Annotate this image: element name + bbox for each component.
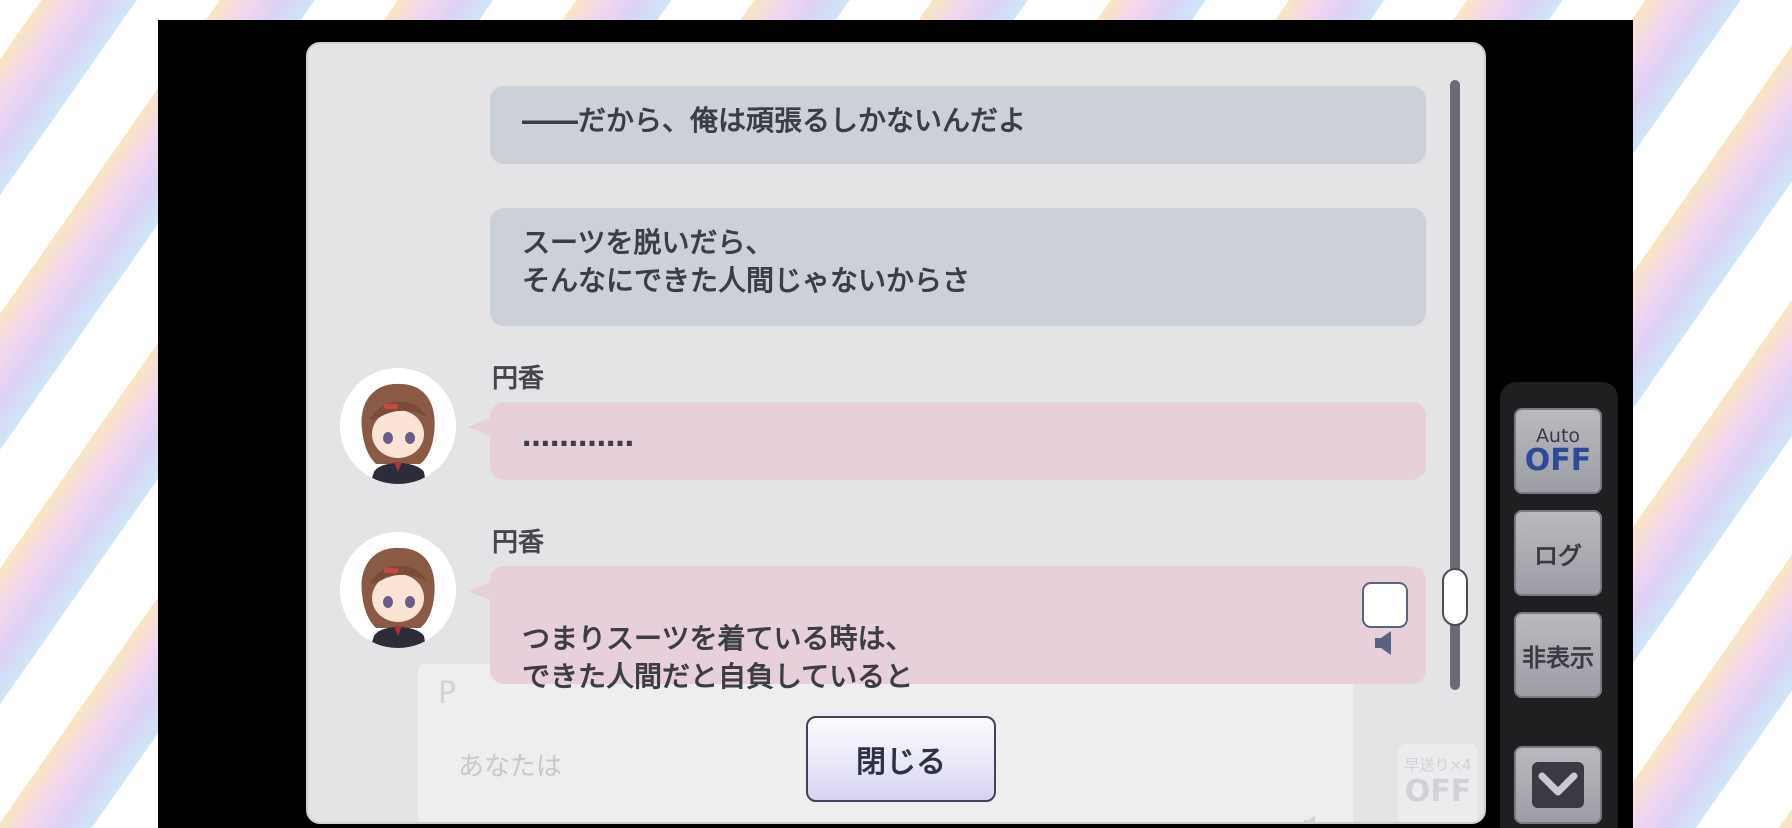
madoka-portrait bbox=[340, 368, 456, 484]
speaker-icon bbox=[1375, 631, 1391, 655]
player-initial: P bbox=[438, 676, 457, 711]
side-menu: Auto OFF ログ 非表示 bbox=[1500, 382, 1618, 828]
log-entry-narration: ――だから、俺は頑張るしかないんだよ bbox=[490, 86, 1426, 164]
background-prompt-text: あなたは bbox=[458, 752, 563, 782]
hide-button[interactable]: 非表示 bbox=[1514, 612, 1602, 698]
character-avatar bbox=[340, 368, 456, 484]
speaker-name: 円香 bbox=[492, 364, 545, 394]
madoka-portrait bbox=[340, 532, 456, 648]
log-button[interactable]: ログ bbox=[1514, 510, 1602, 596]
log-entry-dialogue: ………… bbox=[468, 402, 1426, 480]
chevron-down-icon bbox=[1532, 762, 1584, 808]
auto-state: OFF bbox=[1524, 443, 1592, 478]
hide-label: 非表示 bbox=[1522, 643, 1594, 672]
collapse-button[interactable] bbox=[1514, 746, 1602, 824]
log-entry-narration: スーツを脱いだら、 そんなにできた人間じゃないからさ bbox=[490, 208, 1426, 326]
fast-forward-button: 早送り×4 OFF bbox=[1398, 744, 1478, 822]
speaker-icon bbox=[1304, 815, 1315, 822]
log-scrollbar-thumb[interactable] bbox=[1442, 568, 1468, 626]
log-entry-dialogue: つまりスーツを着ている時は、 できた人間だと自負していると bbox=[468, 566, 1426, 693]
voice-replay-button[interactable] bbox=[1362, 582, 1408, 655]
dialogue-text: つまりスーツを着ている時は、 できた人間だと自負していると bbox=[522, 622, 914, 693]
speaker-name: 円香 bbox=[492, 528, 545, 558]
close-button[interactable]: 閉じる bbox=[806, 716, 996, 802]
auto-button[interactable]: Auto OFF bbox=[1514, 408, 1602, 494]
log-label: ログ bbox=[1534, 541, 1582, 570]
fast-forward-label: 早送り×4 bbox=[1404, 756, 1472, 774]
character-avatar bbox=[340, 532, 456, 648]
fast-forward-state: OFF bbox=[1404, 774, 1472, 809]
log-panel: P あなたは 早送り×4 OFF ――だから、俺は頑張るしかないんだよ スーツを… bbox=[306, 42, 1486, 824]
